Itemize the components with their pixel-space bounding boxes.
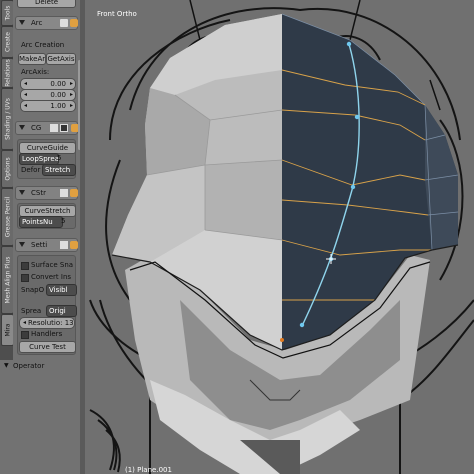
deform-label: Defor	[21, 166, 41, 174]
document-icon	[60, 19, 68, 27]
spread-dropdown[interactable]: Origi	[46, 305, 77, 317]
document-icon	[60, 189, 68, 197]
make-arc-button[interactable]: MakeAr	[18, 53, 46, 65]
brush-icon	[70, 241, 78, 249]
handlers-checkbox[interactable]	[21, 331, 29, 339]
deform-dropdown[interactable]: Stretch	[42, 164, 76, 176]
decrement-icon: ◂	[24, 102, 28, 109]
settings-panel-header[interactable]: Setti	[15, 238, 78, 252]
handlers-label: Handlers	[31, 330, 63, 338]
spread-label: Sprea	[21, 307, 42, 315]
list-icon	[60, 124, 68, 132]
view-label: Front Ortho	[97, 10, 137, 18]
curve-test-button[interactable]: Curve Test	[19, 341, 76, 353]
brush-icon	[70, 189, 78, 197]
snap-dropdown[interactable]: Visibl	[46, 284, 77, 296]
expand-icon	[19, 125, 25, 130]
delete-button[interactable]: Delete	[17, 0, 76, 8]
decrement-icon: ◂	[23, 319, 27, 326]
3d-viewport[interactable]: Front Ortho (1) Plane.001	[85, 0, 474, 474]
points-number-value: 5	[61, 217, 66, 225]
brush-icon	[70, 19, 78, 27]
surface-snap-checkbox[interactable]	[21, 262, 29, 270]
expand-icon: ▼	[4, 362, 9, 369]
expand-icon	[19, 20, 25, 25]
arc-panel-header[interactable]: Arc	[15, 16, 78, 30]
points-number-field[interactable]: PointsNu	[19, 216, 63, 228]
decrement-icon: ◂	[24, 91, 28, 98]
get-axis-button[interactable]: GetAxis	[46, 53, 76, 65]
document-icon	[60, 241, 68, 249]
arc-axis-z-field[interactable]: ◂ 1.00 ▸	[20, 100, 76, 112]
expand-icon	[19, 190, 25, 195]
increment-icon: ▸	[69, 80, 73, 87]
operator-panel: ▼ Operator	[0, 360, 80, 474]
arc-creation-label: Arc Creation	[21, 41, 65, 49]
tool-panel: Delete Arc Arc Creation MakeAr GetAxis A…	[13, 0, 80, 360]
cstretch-panel-header[interactable]: CStr	[15, 186, 78, 200]
increment-icon: ▸	[69, 102, 73, 109]
increment-icon: ▸	[69, 91, 73, 98]
surface-snap-label: Surface Sna	[31, 261, 74, 269]
document-icon	[50, 124, 58, 132]
arc-axis-label: ArcAxis:	[21, 68, 50, 76]
decrement-icon: ◂	[24, 80, 28, 87]
origin-point	[280, 338, 284, 342]
convert-instance-label: Convert Ins	[31, 273, 72, 281]
convert-instance-checkbox[interactable]	[21, 274, 29, 282]
resolution-field[interactable]: ◂ Resolutio: 13	[19, 317, 75, 329]
object-label: (1) Plane.001	[125, 466, 172, 474]
expand-icon	[19, 242, 25, 247]
loop-spread-value: 5	[57, 154, 62, 162]
cg-panel-header[interactable]: CG	[15, 121, 79, 135]
viewport-scene	[89, 0, 474, 474]
operator-header[interactable]: ▼ Operator	[2, 362, 78, 372]
snap-label: SnapO	[21, 286, 45, 294]
